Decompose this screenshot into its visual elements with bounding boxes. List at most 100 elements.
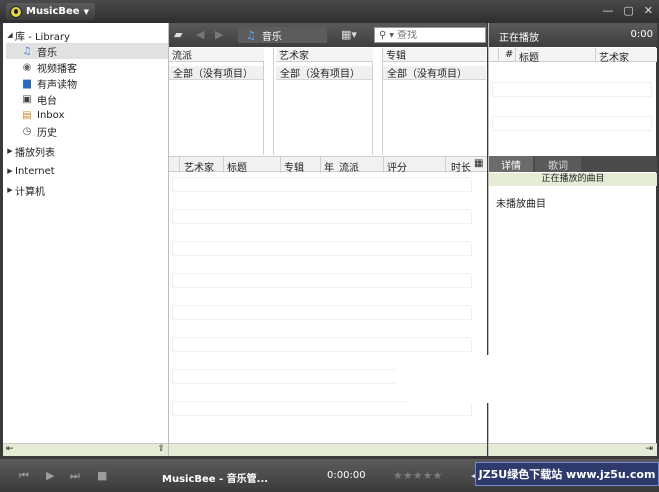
maximize-button[interactable]: ▢ — [623, 4, 633, 17]
tab-lyrics[interactable]: 歌词 — [535, 156, 581, 172]
search-input[interactable] — [396, 29, 477, 41]
sidebar-item-history[interactable]: ◷ 历史 — [21, 123, 167, 139]
history-clock-icon: ◷ — [22, 125, 32, 137]
music-note-icon: ♫ — [246, 28, 256, 42]
sidebar-library-node[interactable]: ◢ 库 - Library — [5, 27, 70, 43]
upload-icon[interactable]: ⇪ — [157, 444, 165, 454]
expand-panel-icon[interactable]: ⇥ — [645, 444, 653, 454]
title-bar: MusicBee ▼ — ▢ ✕ — [0, 0, 659, 23]
previous-track-icon[interactable]: ⏮ — [19, 469, 29, 483]
album-filter-list[interactable]: 全部（没有项目） — [383, 62, 487, 155]
artist-filter-header[interactable]: 艺术家 — [276, 48, 373, 62]
current-view-label: 音乐 — [261, 31, 282, 43]
now-playing-time: 0:00 — [630, 29, 653, 40]
table-row — [172, 177, 472, 192]
search-icon: ⚲ — [379, 29, 387, 41]
player-bar: ⏮ ▶ ⏭ ■ MusicBee - 音乐管... 0:00:00 ★★★★★ … — [0, 459, 659, 492]
sidebar-item-video-podcasts[interactable]: ◉ 视频播客 — [21, 59, 167, 75]
album-filter-all[interactable]: 全部（没有项目） — [383, 66, 486, 80]
sidebar-item-label: 电台 — [37, 95, 57, 107]
now-playing-bar: 正在播放 0:00 — [489, 23, 657, 47]
sidebar-item-label: 有声读物 — [37, 79, 77, 91]
no-track-message: 未播放曲目 — [496, 199, 546, 210]
chevron-down-icon: ▼ — [389, 31, 394, 39]
sidebar-library-label: 库 - Library — [15, 31, 70, 43]
search-box[interactable]: ⚲ ▼ — [374, 27, 486, 43]
genre-filter-header-label: 流派 — [172, 51, 192, 62]
tab-details[interactable]: 详情 — [489, 156, 533, 172]
np-column-artist[interactable]: 艺术家 — [599, 49, 629, 64]
list-item — [492, 82, 652, 97]
column-album[interactable]: 专辑 — [284, 159, 304, 174]
column-year[interactable]: 年 — [324, 159, 334, 174]
info-tabs: 详情 歌词 — [489, 156, 657, 172]
music-note-icon: ♫ — [22, 45, 32, 57]
filter-scroll-gutter — [373, 48, 383, 155]
radio-icon: ▣ — [22, 93, 32, 105]
artist-filter-header-label: 艺术家 — [279, 51, 309, 62]
sidebar: ◢ 库 - Library ♫ 音乐 ◉ 视频播客 ▆ 有声读物 ▣ 电台 ▤ … — [3, 23, 169, 456]
table-row — [172, 305, 472, 320]
rating-stars[interactable]: ★★★★★ — [393, 469, 442, 482]
column-duration[interactable]: 时长 — [451, 159, 471, 174]
artist-filter-all[interactable]: 全部（没有项目） — [276, 66, 372, 80]
sidebar-item-radio[interactable]: ▣ 电台 — [21, 91, 167, 107]
musicbee-logo-icon — [10, 5, 22, 18]
app-title: MusicBee — [26, 6, 80, 17]
column-chooser-icon[interactable]: ▦ — [474, 158, 483, 169]
minimize-button[interactable]: — — [602, 4, 613, 17]
right-footer: ⇥ — [489, 443, 657, 456]
table-row — [172, 337, 472, 352]
np-column-number[interactable]: # — [505, 49, 513, 60]
table-row — [172, 209, 472, 224]
artist-filter-list[interactable]: 全部（没有项目） — [276, 62, 373, 155]
table-row — [172, 401, 472, 416]
column-rating[interactable]: 评分 — [387, 159, 407, 174]
player-track-title: MusicBee - 音乐管... — [162, 474, 269, 485]
view-layout-button[interactable]: ▦▾ — [341, 28, 357, 41]
sidebar-playlists-label: 播放列表 — [15, 147, 55, 159]
play-icon[interactable]: ▶ — [46, 469, 54, 482]
sidebar-item-label: 视频播客 — [37, 63, 77, 75]
genre-filter-all[interactable]: 全部（没有项目） — [169, 66, 263, 80]
watermark-banner: JZ5U绿色下载站 www.jz5u.com — [475, 462, 659, 486]
collapsed-arrow-icon: ▶ — [7, 186, 13, 194]
sidebar-item-inbox[interactable]: ▤ Inbox — [21, 107, 167, 123]
column-genre[interactable]: 流派 — [339, 159, 359, 174]
collapsed-arrow-icon: ▶ — [7, 167, 13, 175]
table-row — [172, 241, 472, 256]
album-filter-header[interactable]: 专辑 — [383, 48, 487, 62]
collapsed-arrow-icon: ▶ — [7, 147, 13, 155]
column-artist[interactable]: 艺术家 — [184, 159, 214, 174]
close-button[interactable]: ✕ — [644, 4, 653, 17]
sidebar-internet-node[interactable]: ▶ Internet — [5, 163, 55, 179]
app-menu-button[interactable]: MusicBee ▼ — [6, 3, 95, 20]
sidebar-item-label: Inbox — [37, 109, 65, 121]
sidebar-item-label: 音乐 — [37, 47, 57, 59]
main-toolbar: ▰ ◀ ▶ ♫ 音乐 ▦▾ ⚲ ▼ — [169, 23, 487, 47]
sidebar-computer-node[interactable]: ▶ 计算机 — [5, 182, 45, 198]
next-track-icon[interactable]: ⏭ — [70, 469, 80, 483]
genre-filter-header[interactable]: 流派 — [169, 48, 264, 62]
inbox-icon: ▤ — [22, 109, 32, 121]
now-playing-header: # 标题 艺术家 — [489, 48, 657, 64]
sidebar-item-audiobooks[interactable]: ▆ 有声读物 — [21, 75, 167, 91]
collapse-panel-icon[interactable]: ⇤ — [6, 444, 14, 454]
stop-icon[interactable]: ■ — [97, 469, 107, 482]
album-filter-header-label: 专辑 — [386, 51, 406, 62]
forward-arrow-icon[interactable]: ▶ — [215, 28, 223, 41]
sidebar-item-music[interactable]: ♫ 音乐 — [6, 43, 168, 59]
table-row — [172, 273, 472, 288]
genre-filter-list[interactable]: 全部（没有项目） — [169, 62, 264, 155]
audiobook-icon: ▆ — [23, 77, 31, 89]
np-column-title[interactable]: 标题 — [519, 49, 539, 64]
column-title[interactable]: 标题 — [227, 159, 247, 174]
expanded-arrow-icon: ◢ — [7, 31, 13, 39]
sidebar-item-label: 历史 — [37, 127, 57, 139]
new-folder-icon[interactable]: ▰ — [174, 28, 182, 41]
current-view-selector[interactable]: ♫ 音乐 — [238, 27, 327, 43]
filter-scroll-gutter — [264, 48, 274, 155]
sidebar-internet-label: Internet — [15, 165, 55, 177]
back-arrow-icon[interactable]: ◀ — [196, 28, 204, 41]
sidebar-playlists-node[interactable]: ▶ 播放列表 — [5, 143, 55, 159]
